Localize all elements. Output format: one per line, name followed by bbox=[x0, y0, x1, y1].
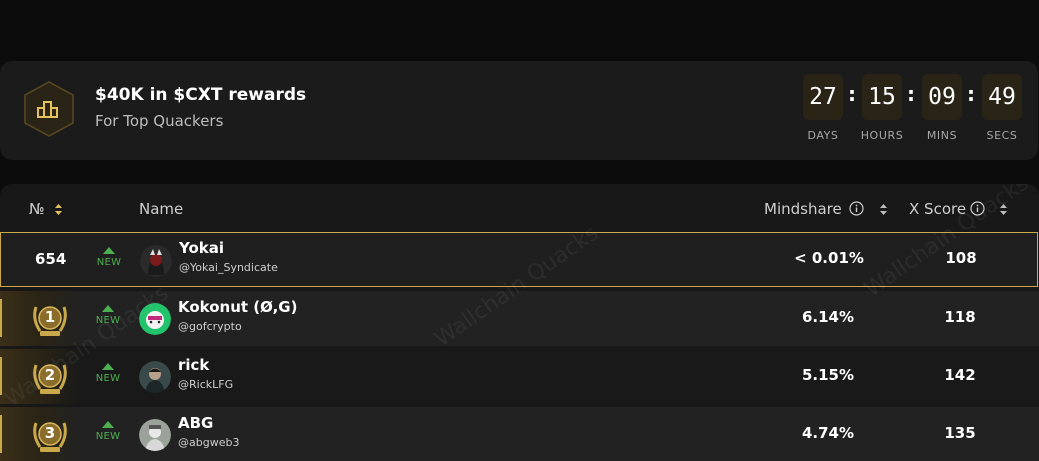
user-handle[interactable]: @gofcrypto bbox=[178, 320, 242, 333]
new-badge: NEW bbox=[93, 305, 123, 326]
table-row[interactable]: 3 NEW ABG @abgweb3 4.74% 135 bbox=[0, 407, 1039, 461]
table-row[interactable]: 1 NEW Kokonut (Ø,G) @gofcrypto 6.14% 118 bbox=[0, 291, 1039, 346]
table-row[interactable]: 2 NEW rick @RickLFG 5.15% 142 bbox=[0, 349, 1039, 404]
up-arrow-icon bbox=[102, 305, 114, 312]
countdown-mins-label: MINS bbox=[926, 129, 958, 142]
countdown-separator: : bbox=[848, 82, 856, 106]
banner-subtitle: For Top Quackers bbox=[95, 112, 224, 130]
new-badge: NEW bbox=[94, 247, 124, 268]
sort-icon[interactable] bbox=[54, 203, 63, 216]
countdown-days: 27 bbox=[803, 74, 843, 120]
trophy-bar-icon bbox=[24, 81, 74, 137]
mindshare-value: 5.15% bbox=[801, 366, 855, 384]
user-handle[interactable]: @abgweb3 bbox=[178, 436, 239, 449]
xscore-value: 108 bbox=[945, 249, 977, 267]
user-handle[interactable]: @RickLFG bbox=[178, 378, 233, 391]
countdown-secs-label: SECS bbox=[986, 129, 1018, 142]
info-icon[interactable] bbox=[970, 201, 985, 216]
rank-number: 3 bbox=[44, 424, 56, 442]
up-arrow-icon bbox=[102, 363, 114, 370]
xscore-value: 142 bbox=[944, 366, 976, 384]
sort-icon[interactable] bbox=[999, 203, 1008, 216]
mindshare-value: 4.74% bbox=[801, 424, 855, 442]
header-xscore[interactable]: X Score bbox=[909, 200, 966, 218]
avatar[interactable] bbox=[140, 245, 172, 277]
countdown-separator: : bbox=[907, 82, 915, 106]
avatar[interactable] bbox=[139, 419, 171, 451]
avatar[interactable] bbox=[139, 361, 171, 393]
header-rank[interactable]: № bbox=[29, 200, 45, 218]
xscore-value: 135 bbox=[944, 424, 976, 442]
banner-title: $40K in $CXT rewards bbox=[95, 85, 307, 105]
user-name[interactable]: rick bbox=[178, 356, 209, 374]
rank-number: 654 bbox=[35, 250, 67, 268]
new-badge: NEW bbox=[93, 363, 123, 384]
xscore-value: 118 bbox=[944, 308, 976, 326]
countdown-hours: 15 bbox=[862, 74, 902, 120]
mindshare-value: < 0.01% bbox=[794, 249, 864, 267]
leaderboard-table: № Name Mindshare X Score 654 NEW Yokai @… bbox=[0, 184, 1039, 461]
user-name[interactable]: Kokonut (Ø,G) bbox=[178, 298, 297, 316]
user-name[interactable]: ABG bbox=[178, 414, 213, 432]
countdown-days-label: DAYS bbox=[807, 129, 839, 142]
up-arrow-icon bbox=[103, 247, 115, 254]
up-arrow-icon bbox=[102, 421, 114, 428]
countdown-separator: : bbox=[967, 82, 975, 106]
sort-icon[interactable] bbox=[879, 203, 888, 216]
countdown-secs: 49 bbox=[982, 74, 1022, 120]
mindshare-value: 6.14% bbox=[801, 308, 855, 326]
header-mindshare[interactable]: Mindshare bbox=[764, 200, 842, 218]
header-name: Name bbox=[139, 200, 184, 218]
user-name[interactable]: Yokai bbox=[179, 239, 224, 257]
avatar[interactable] bbox=[139, 303, 171, 335]
countdown-mins: 09 bbox=[922, 74, 962, 120]
user-handle[interactable]: @Yokai_Syndicate bbox=[179, 261, 278, 274]
rank-number: 2 bbox=[44, 366, 56, 384]
new-badge: NEW bbox=[93, 421, 123, 442]
table-row-current-user[interactable]: 654 NEW Yokai @Yokai_Syndicate < 0.01% 1… bbox=[0, 232, 1038, 287]
countdown-hours-label: HOURS bbox=[860, 129, 904, 142]
info-icon[interactable] bbox=[849, 201, 864, 216]
rank-number: 1 bbox=[44, 308, 56, 326]
